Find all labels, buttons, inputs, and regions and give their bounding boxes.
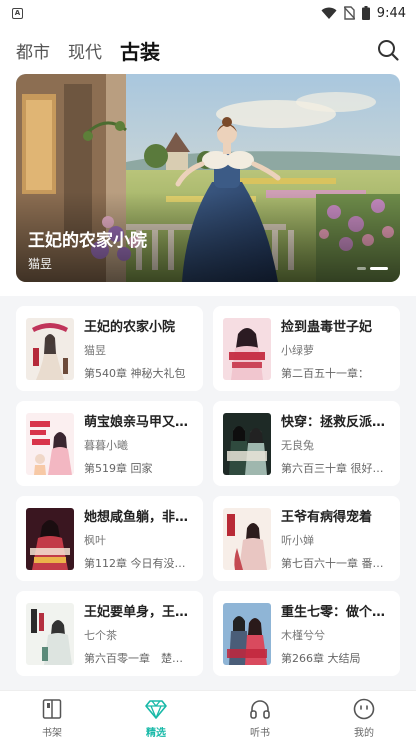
- bookshelf-icon: [42, 698, 62, 719]
- book-card[interactable]: 重生七零：做个… 木槿兮兮 第266章 大结局: [213, 591, 400, 676]
- carousel-dot-active: [370, 267, 388, 270]
- nav-profile[interactable]: 我的: [312, 691, 416, 744]
- book-card[interactable]: 萌宝娘亲马甲又… 暮暮小曦 第519章 回家: [16, 401, 203, 486]
- book-cover: [26, 317, 74, 380]
- wifi-icon: [321, 7, 337, 19]
- featured-banner[interactable]: 王妃的农家小院 猫昱: [16, 74, 400, 282]
- tab-ancient[interactable]: 古装: [120, 36, 160, 65]
- app-notification-icon: A: [12, 7, 23, 19]
- book-author: 暮暮小曦: [84, 439, 128, 452]
- headphones-icon: [250, 699, 270, 719]
- banner-author: 猫昱: [28, 257, 53, 271]
- book-title: 她想咸鱼躺，非…: [84, 510, 189, 525]
- tab-urban[interactable]: 都市: [16, 38, 50, 63]
- book-author: 木槿兮兮: [281, 629, 325, 642]
- carousel-indicator: [357, 267, 388, 270]
- status-bar: A 9:44: [0, 0, 416, 26]
- book-author: 枫叶: [84, 534, 106, 547]
- book-card[interactable]: 王爷有病得宠着 听小婵 第七百六十一章 番…: [213, 496, 400, 581]
- book-cover: [26, 507, 74, 570]
- nav-bookshelf[interactable]: 书架: [0, 691, 104, 744]
- category-tabs: 都市 现代 古装: [0, 26, 416, 74]
- book-card[interactable]: 捡到蛊毒世子妃 小绿萝 第二百五十一章：: [213, 306, 400, 391]
- book-cover: [26, 412, 74, 475]
- nav-label: 精选: [146, 727, 166, 739]
- book-author: 小绿萝: [281, 344, 314, 357]
- search-icon[interactable]: [376, 38, 400, 62]
- bottom-navigation: 书架 精选 听书 我的: [0, 690, 416, 744]
- book-author: 听小婵: [281, 534, 314, 547]
- carousel-dot: [357, 267, 366, 270]
- tab-modern[interactable]: 现代: [68, 38, 102, 63]
- nav-label: 听书: [250, 727, 270, 739]
- book-latest-chapter: 第519章 回家: [84, 462, 153, 475]
- book-author: 七个茶: [84, 629, 117, 642]
- book-latest-chapter: 第540章 神秘大礼包: [84, 367, 186, 380]
- book-latest-chapter: 第266章 大结局: [281, 652, 361, 665]
- book-cover: [223, 507, 271, 570]
- book-title: 王爷有病得宠着: [281, 510, 373, 525]
- nav-featured[interactable]: 精选: [104, 691, 208, 744]
- nav-audiobook[interactable]: 听书: [208, 691, 312, 744]
- nav-label: 我的: [354, 727, 374, 739]
- book-title: 快穿：拯救反派…: [281, 415, 386, 430]
- book-latest-chapter: 第六百三十章 很好…: [281, 462, 384, 475]
- book-title: 捡到蛊毒世子妃: [281, 320, 373, 335]
- book-card[interactable]: 王妃要单身，王… 七个茶 第六百零一章 楚…: [16, 591, 203, 676]
- book-cover: [26, 602, 74, 665]
- banner-title: 王妃的农家小院: [28, 231, 147, 251]
- battery-icon: [361, 6, 370, 20]
- book-card[interactable]: 快穿：拯救反派… 无良兔 第六百三十章 很好…: [213, 401, 400, 486]
- profile-face-icon: [353, 698, 375, 719]
- book-grid: 王妃的农家小院 猫昱 第540章 神秘大礼包 捡到蛊毒世子妃 小绿萝 第二百五十…: [0, 296, 416, 676]
- book-title: 重生七零：做个…: [281, 605, 386, 620]
- book-latest-chapter: 第112章 今日有没…: [84, 557, 186, 570]
- book-title: 王妃的农家小院: [84, 320, 176, 335]
- status-time: 9:44: [376, 5, 406, 21]
- book-card[interactable]: 王妃的农家小院 猫昱 第540章 神秘大礼包: [16, 306, 203, 391]
- book-card[interactable]: 她想咸鱼躺，非… 枫叶 第112章 今日有没…: [16, 496, 203, 581]
- nav-label: 书架: [42, 727, 62, 739]
- book-cover: [223, 412, 271, 475]
- book-cover: [223, 317, 271, 380]
- book-latest-chapter: 第六百零一章 楚…: [84, 652, 183, 665]
- diamond-icon: [145, 699, 167, 719]
- book-latest-chapter: 第七百六十一章 番…: [281, 557, 384, 570]
- book-title: 王妃要单身，王…: [84, 605, 189, 620]
- book-author: 无良兔: [281, 439, 314, 452]
- book-cover: [223, 602, 271, 665]
- book-latest-chapter: 第二百五十一章：: [281, 367, 369, 380]
- book-author: 猫昱: [84, 344, 106, 357]
- book-title: 萌宝娘亲马甲又…: [84, 415, 189, 430]
- no-sim-icon: [343, 6, 355, 20]
